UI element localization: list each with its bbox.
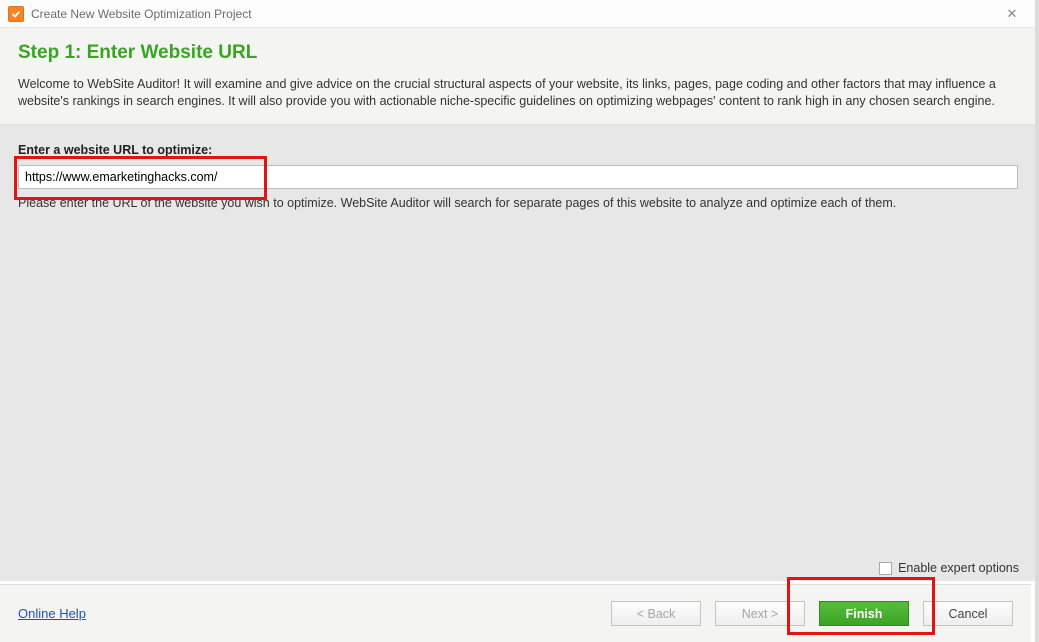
- titlebar: Create New Website Optimization Project …: [0, 0, 1035, 28]
- right-edge-strip: [1035, 0, 1039, 642]
- wizard-footer: Online Help < Back Next > Finish Cancel: [0, 584, 1031, 642]
- window-title: Create New Website Optimization Project: [31, 7, 997, 21]
- wizard-header: Step 1: Enter Website URL Welcome to Web…: [0, 28, 1035, 125]
- online-help-link[interactable]: Online Help: [18, 606, 86, 621]
- url-input[interactable]: [18, 165, 1018, 189]
- finish-button[interactable]: Finish: [819, 601, 909, 626]
- cancel-button[interactable]: Cancel: [923, 601, 1013, 626]
- expert-options-row: Enable expert options: [879, 561, 1019, 575]
- welcome-text: Welcome to WebSite Auditor! It will exam…: [18, 76, 1017, 110]
- expert-options-checkbox[interactable]: [879, 562, 892, 575]
- back-button[interactable]: < Back: [611, 601, 701, 626]
- wizard-body: Enter a website URL to optimize: Please …: [0, 125, 1035, 581]
- wizard-window: Create New Website Optimization Project …: [0, 0, 1035, 642]
- url-input-label: Enter a website URL to optimize:: [18, 143, 1017, 157]
- footer-buttons: < Back Next > Finish Cancel: [611, 601, 1013, 626]
- step-title: Step 1: Enter Website URL: [18, 42, 1017, 64]
- url-hint-text: Please enter the URL of the website you …: [18, 196, 1017, 210]
- close-icon[interactable]: ✕: [997, 4, 1027, 24]
- next-button[interactable]: Next >: [715, 601, 805, 626]
- expert-options-label: Enable expert options: [898, 561, 1019, 575]
- app-icon: [8, 6, 24, 22]
